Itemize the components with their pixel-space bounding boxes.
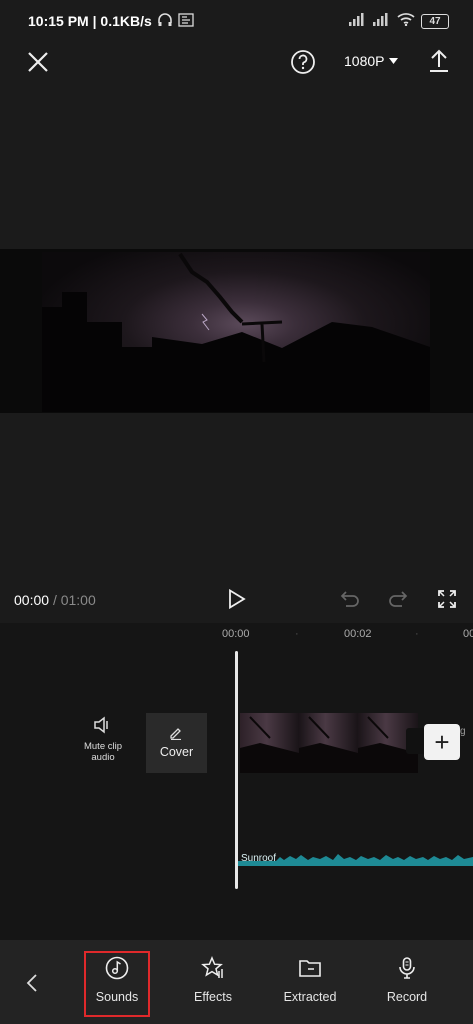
nav-record[interactable]: Record (367, 940, 447, 1024)
timeline-tick-1: 00:02 (344, 628, 372, 640)
edit-pencil-icon (170, 728, 181, 740)
cover-button[interactable]: Cover (146, 713, 207, 773)
undo-button[interactable] (338, 588, 362, 610)
clip-trim-handle[interactable] (406, 728, 426, 754)
wifi-icon (397, 12, 415, 31)
mute-clip-label: Mute clip audio (83, 741, 122, 763)
nav-extracted[interactable]: Extracted (270, 940, 350, 1024)
battery-icon: 47 (421, 14, 449, 29)
speaker-icon (94, 716, 108, 734)
add-clip-button[interactable]: + (424, 724, 460, 760)
skyline-silhouette (42, 252, 430, 412)
status-icons: 47 (349, 12, 449, 31)
sounds-highlight-box (84, 951, 150, 1017)
status-time: 10:15 PM | 0.1KB/s (28, 13, 152, 29)
fullscreen-icon (438, 590, 456, 608)
video-clip-track[interactable] (240, 713, 418, 773)
mute-clip-audio-button[interactable]: Mute clip audio (78, 716, 128, 763)
ending-label: g (460, 726, 466, 737)
nav-effects-label: Effects (194, 990, 232, 1004)
audio-track-label: Sunroof (241, 853, 277, 864)
chevron-left-icon (26, 974, 37, 992)
back-button[interactable] (20, 970, 44, 996)
headphones-icon (157, 12, 173, 33)
notification-icon (178, 13, 194, 32)
upload-icon (430, 49, 448, 72)
nav-effects[interactable]: Effects (173, 940, 253, 1024)
status-bar: 10:15 PM | 0.1KB/s 47 (0, 0, 473, 42)
current-time: 00:00 (14, 592, 50, 608)
timeline-tick-0: 00:00 (222, 628, 250, 640)
bottom-toolbar: Sounds Effects Extracted Record (0, 940, 473, 1024)
folder-icon (299, 960, 321, 977)
chevron-down-icon (389, 58, 399, 64)
redo-icon (389, 591, 408, 607)
help-icon (291, 50, 315, 74)
total-time: 01:00 (60, 592, 96, 608)
nav-record-label: Record (386, 990, 428, 1004)
signal-icon (349, 12, 367, 31)
microphone-icon (399, 957, 415, 979)
star-effects-icon (201, 956, 223, 978)
resolution-label: 1080P (344, 53, 385, 69)
help-button[interactable] (289, 48, 317, 76)
playback-time: 00:00 / 01:00 (14, 592, 96, 608)
timeline-tick-dot-2: · (415, 628, 419, 640)
cover-label: Cover (159, 745, 194, 759)
clip-thumbnails (240, 716, 418, 773)
undo-icon (340, 591, 359, 607)
play-button[interactable] (225, 587, 249, 611)
play-icon (229, 589, 246, 609)
network-speed: 0.1KB/s (100, 13, 152, 29)
timeline-tick-dot: · (295, 628, 299, 640)
redo-button[interactable] (386, 588, 410, 610)
export-button[interactable] (426, 47, 452, 75)
timeline-tick-2: 00 (463, 628, 473, 640)
signal-icon-2 (373, 12, 391, 31)
fullscreen-button[interactable] (436, 588, 458, 610)
resolution-dropdown[interactable]: 1080P (344, 53, 399, 69)
nav-extracted-label: Extracted (283, 990, 337, 1004)
close-button[interactable] (24, 48, 52, 76)
video-frame (42, 252, 430, 412)
close-icon (28, 52, 48, 72)
